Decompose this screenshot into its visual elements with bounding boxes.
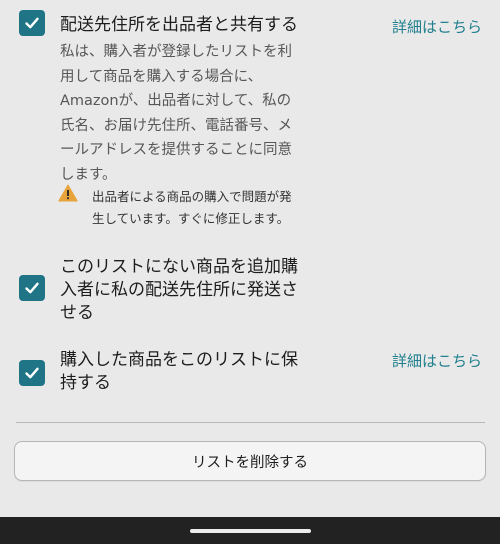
warning-line: 生しています。すぐに修正します。: [92, 211, 290, 226]
checkmark-icon: [25, 367, 39, 379]
keep-purchased-checkbox[interactable]: [19, 360, 45, 386]
description-line: Amazonが、出品者に対して、私の: [60, 93, 292, 109]
description-line: ールアドレスを提供することに同意: [60, 142, 292, 158]
description-line: 用して商品を購入する場合に、: [60, 68, 263, 85]
section-divider: [16, 422, 485, 423]
title-line: このリストにない商品を追加購: [60, 257, 298, 277]
system-navigation-bar: [0, 517, 500, 544]
title-line: 持する: [60, 373, 111, 393]
description-line: 氏名、お届け先住所、電話番号、メ: [60, 117, 292, 134]
title-line: 購入した商品をこのリストに保: [60, 350, 298, 370]
share-address-checkbox[interactable]: [19, 10, 45, 36]
warning-icon: [58, 184, 78, 202]
title-line: せる: [60, 303, 94, 323]
checkmark-icon: [25, 282, 39, 294]
checkmark-icon: [25, 17, 39, 29]
ship-to-me-checkbox[interactable]: [19, 275, 45, 301]
list-settings-screen: 配送先住所を出品者と共有する 詳細はこちら 私は、購入者が登録したリストを利 用…: [0, 0, 500, 544]
warning-line: 出品者による商品の購入で問題が発: [92, 189, 292, 204]
keep-purchased-details-link[interactable]: 詳細はこちら: [392, 350, 482, 372]
home-gesture-handle[interactable]: [190, 529, 311, 533]
description-line: 私は、購入者が登録したリストを利: [60, 44, 292, 60]
share-address-details-link[interactable]: 詳細はこちら: [392, 16, 482, 38]
title-line: 入者に私の配送先住所に発送さ: [60, 280, 298, 300]
share-address-title[interactable]: 配送先住所を出品者と共有する: [60, 13, 298, 37]
delete-list-button[interactable]: リストを削除する: [14, 441, 486, 481]
